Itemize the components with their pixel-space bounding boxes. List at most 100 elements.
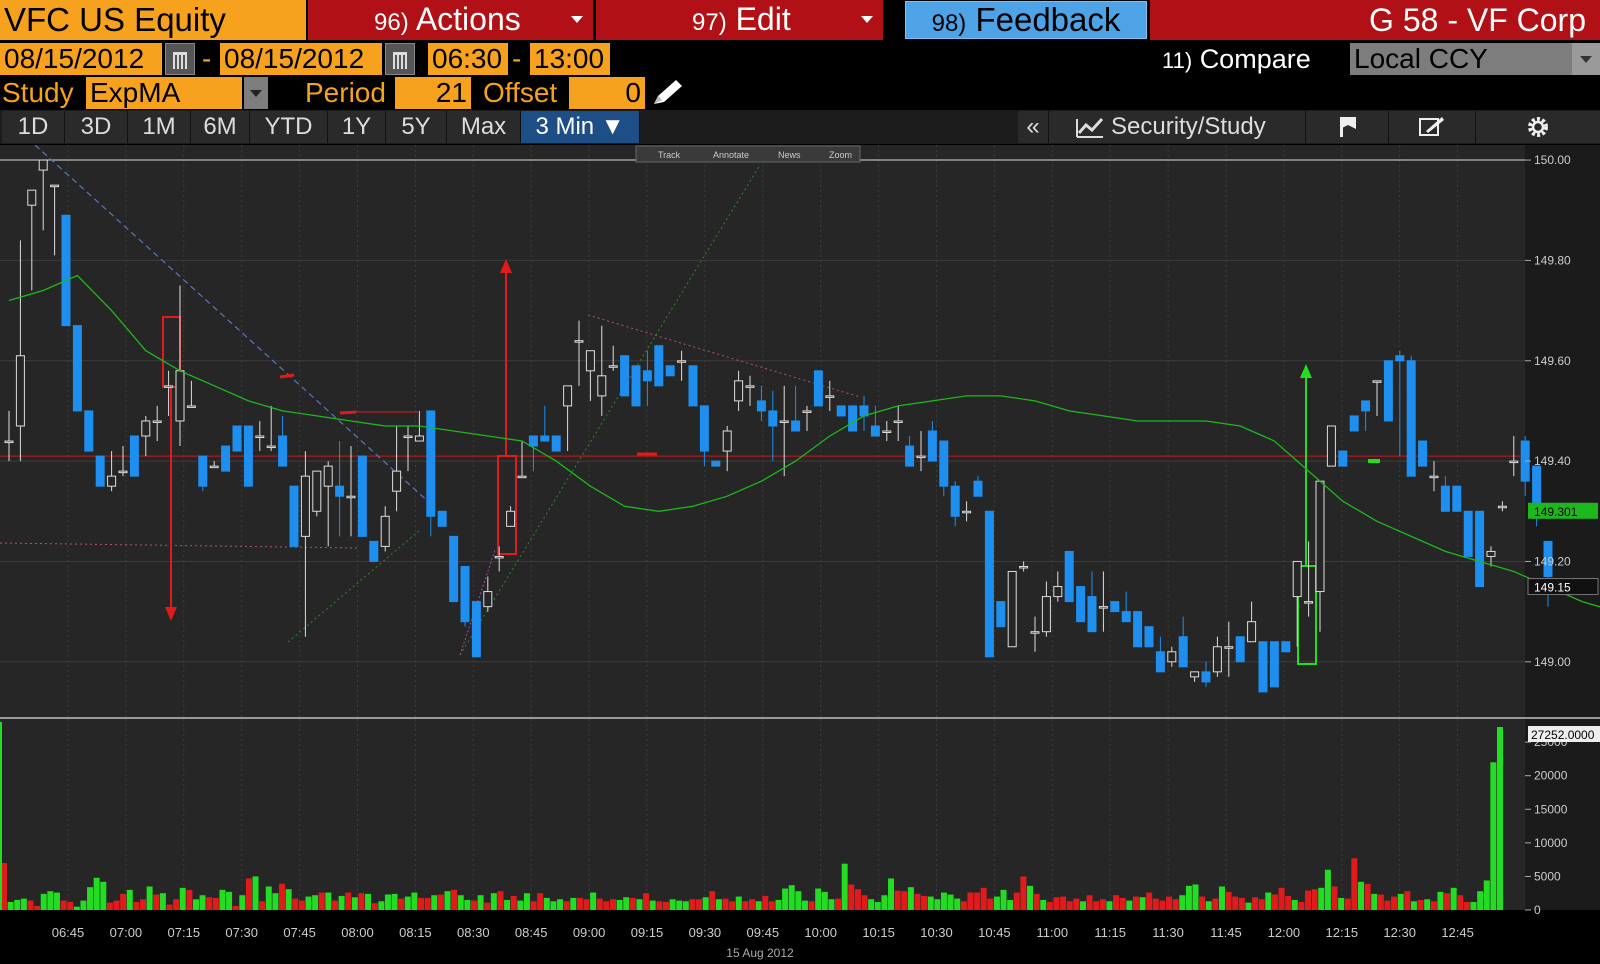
bookmark-button[interactable] xyxy=(1306,111,1389,143)
candle-down xyxy=(1395,355,1405,362)
period-3d[interactable]: 3D xyxy=(65,111,128,143)
interval-select[interactable]: 3 Min ▼ xyxy=(521,111,640,143)
volume-bar-down xyxy=(1364,883,1371,910)
volume-tick-label: 20000 xyxy=(1534,769,1568,783)
volume-bar-up xyxy=(907,887,914,910)
volume-bar-up xyxy=(1324,869,1331,910)
candle-up xyxy=(1098,606,1108,609)
candle-down xyxy=(791,420,801,432)
period-field[interactable]: 21 xyxy=(395,77,471,109)
security-ticker[interactable]: VFC US Equity xyxy=(0,0,306,40)
volume-bar-down xyxy=(398,898,405,910)
candle-down xyxy=(950,485,960,517)
volume-bar-up xyxy=(1205,901,1212,910)
volume-bar-down xyxy=(1013,892,1020,910)
chevron-down-icon[interactable] xyxy=(244,77,268,109)
volume-bar-up xyxy=(616,899,623,910)
volume-bar-down xyxy=(1463,901,1470,910)
period-1d[interactable]: 1D xyxy=(2,111,65,143)
volume-bar-up xyxy=(543,897,550,910)
edit-menu[interactable]: 97) Edit xyxy=(596,0,883,40)
volume-bar-up xyxy=(457,895,464,910)
study-select[interactable]: ExpMA xyxy=(86,77,242,109)
candle-down xyxy=(699,405,709,452)
candle-down xyxy=(1475,510,1485,588)
compare-button[interactable]: 11) Compare xyxy=(1162,42,1311,78)
end-time-field[interactable]: 13:00 xyxy=(530,43,610,75)
zoom-tool[interactable]: Zoom xyxy=(829,150,852,160)
time-tick-label: 07:30 xyxy=(225,925,258,940)
volume-bar-up xyxy=(252,876,259,910)
start-date-field[interactable]: 08/15/2012 xyxy=(0,43,162,75)
feedback-button[interactable]: 98) Feedback xyxy=(905,1,1147,39)
candle-up xyxy=(1019,565,1029,569)
volume-bar-up xyxy=(199,895,206,910)
candle-down xyxy=(84,410,94,452)
candle-up xyxy=(1509,460,1519,464)
volume-bar-up xyxy=(1265,892,1272,910)
candle-up xyxy=(1497,505,1507,509)
actions-menu[interactable]: 96) Actions xyxy=(308,0,593,40)
candle-down xyxy=(198,455,208,487)
volume-bar-up xyxy=(1470,901,1477,910)
gear-icon xyxy=(1528,117,1548,137)
volume-bar-down xyxy=(371,903,378,910)
calendar-icon[interactable] xyxy=(165,43,195,75)
period-1y[interactable]: 1Y xyxy=(328,111,386,143)
candle-up xyxy=(4,440,14,444)
annotate-tool[interactable]: Annotate xyxy=(713,150,749,160)
actions-menu-number: 96) xyxy=(374,9,409,36)
volume-bar-down xyxy=(1391,896,1398,910)
volume-bar-down xyxy=(27,900,34,910)
start-time-field[interactable]: 06:30 xyxy=(428,43,508,75)
volume-bar-down xyxy=(1404,891,1411,910)
volume-bar-down xyxy=(206,897,213,910)
volume-bar-down xyxy=(1252,897,1259,910)
volume-bar-down xyxy=(1225,891,1232,910)
volume-bar-down xyxy=(67,901,74,910)
volume-bar-down xyxy=(358,893,365,910)
volume-bar-up xyxy=(93,877,100,910)
volume-bar-up xyxy=(159,893,166,910)
volume-bar-down xyxy=(279,883,286,910)
volume-bar-up xyxy=(755,901,762,910)
volume-bar-up xyxy=(126,889,133,910)
time-tick-label: 07:00 xyxy=(110,925,143,940)
end-date-field[interactable]: 08/15/2012 xyxy=(220,43,382,75)
collapse-button[interactable]: « xyxy=(1018,111,1049,143)
pencil-icon[interactable] xyxy=(650,78,684,108)
candle-down xyxy=(870,425,880,437)
volume-bar-up xyxy=(464,899,471,910)
price-chart[interactable]: 150.00 149.80 149.60 149.40 149.20 149.00 149.… xyxy=(0,145,1600,964)
volume-bar-down xyxy=(1238,897,1245,910)
security-study-button[interactable]: Security/Study xyxy=(1049,111,1306,143)
news-tool[interactable]: News xyxy=(778,150,801,160)
candle-down xyxy=(95,455,105,487)
period-1m[interactable]: 1M xyxy=(128,111,191,143)
volume-bar-down xyxy=(1146,892,1153,910)
currency-select[interactable]: Local CCY xyxy=(1350,43,1600,75)
marker-dash xyxy=(279,373,295,379)
volume-bar-down xyxy=(345,892,352,910)
candle-down xyxy=(1281,641,1291,653)
volume-bar-up xyxy=(312,895,319,910)
period-max[interactable]: Max xyxy=(447,111,521,143)
annotate-button[interactable] xyxy=(1389,111,1476,143)
calendar-icon[interactable] xyxy=(385,43,415,75)
candle-up xyxy=(779,420,789,423)
period-6m[interactable]: 6M xyxy=(191,111,250,143)
candle-up xyxy=(141,420,151,437)
volume-bar-up xyxy=(305,896,312,910)
settings-button[interactable] xyxy=(1476,111,1600,143)
volume-bar-down xyxy=(1166,896,1173,910)
period-ytd[interactable]: YTD xyxy=(250,111,328,143)
offset-field[interactable]: 0 xyxy=(569,77,645,109)
candle-down xyxy=(688,365,698,407)
period-label: Period xyxy=(305,77,386,108)
period-5y[interactable]: 5Y xyxy=(386,111,447,143)
volume-bar-down xyxy=(808,901,815,910)
marker-dash xyxy=(339,410,357,415)
volume-bar-down xyxy=(722,898,729,910)
track-tool[interactable]: Track xyxy=(658,150,681,160)
edit-menu-number: 97) xyxy=(692,9,727,36)
